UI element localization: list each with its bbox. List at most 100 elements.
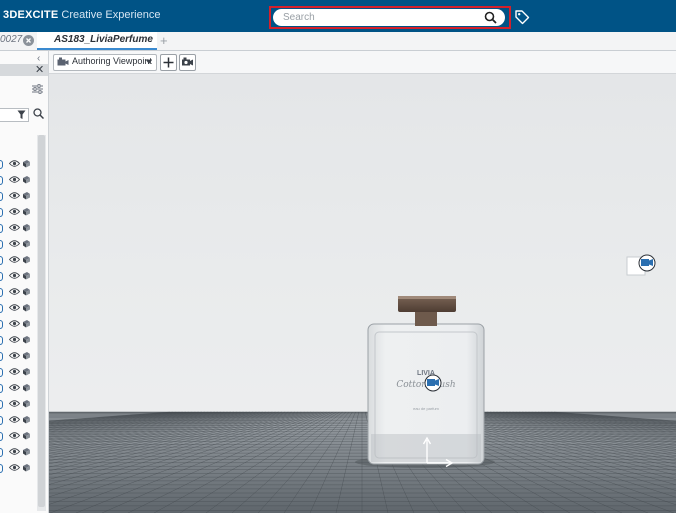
left-panel: ‹ ✕ <box>0 51 49 513</box>
filter-icon[interactable] <box>17 110 26 120</box>
scene-canvas[interactable]: LIVIA Cotton Blush eau de parfum <box>49 74 676 513</box>
object-icon <box>23 240 30 248</box>
add-viewpoint-button[interactable] <box>160 54 177 71</box>
eye-icon[interactable] <box>9 383 20 392</box>
object-icon <box>23 352 30 360</box>
bottle-camera-marker[interactable] <box>424 374 442 392</box>
tab-previous[interactable]: 0027 <box>0 34 22 45</box>
search-bar[interactable] <box>273 9 505 26</box>
object-icon <box>23 384 30 392</box>
object-icon <box>23 208 30 216</box>
eye-icon[interactable] <box>9 207 20 216</box>
expand-icon[interactable] <box>0 208 3 217</box>
tree-row[interactable] <box>0 430 36 442</box>
tree-row[interactable] <box>0 174 36 186</box>
eye-icon[interactable] <box>9 223 20 232</box>
tree-row[interactable] <box>0 446 36 458</box>
expand-icon[interactable] <box>0 320 3 329</box>
panel-search-icon[interactable] <box>33 108 44 119</box>
expand-icon[interactable] <box>0 192 3 201</box>
eye-icon[interactable] <box>9 335 20 344</box>
eye-icon[interactable] <box>9 415 20 424</box>
sliders-icon[interactable] <box>32 84 43 94</box>
viewport-toolbar: Authoring Viewpoint <box>49 51 676 74</box>
close-panel-button[interactable]: ✕ <box>35 64 44 76</box>
add-tab-button[interactable]: + <box>160 33 168 48</box>
tree-row[interactable] <box>0 302 36 314</box>
expand-icon[interactable] <box>0 256 3 265</box>
viewpoint-label: Authoring Viewpoint <box>72 56 152 66</box>
eye-icon[interactable] <box>9 351 20 360</box>
app-brand: 3DEXCITE Creative Experience <box>3 9 160 21</box>
eye-icon[interactable] <box>9 255 20 264</box>
expand-icon[interactable] <box>0 336 3 345</box>
object-icon <box>23 176 30 184</box>
scrollbar-thumb[interactable] <box>38 135 45 507</box>
tab-active[interactable]: AS183_LiviaPerfume <box>37 32 157 50</box>
camera-settings-button[interactable] <box>179 54 196 71</box>
viewpoint-camera-marker[interactable] <box>626 254 656 276</box>
tab-close-icon[interactable] <box>23 35 34 46</box>
tag-icon[interactable] <box>514 9 530 25</box>
tree-row[interactable] <box>0 190 36 202</box>
expand-icon[interactable] <box>0 464 3 473</box>
expand-icon[interactable] <box>0 288 3 297</box>
tree-row[interactable] <box>0 382 36 394</box>
object-icon <box>23 464 30 472</box>
object-icon <box>23 416 30 424</box>
expand-icon[interactable] <box>0 448 3 457</box>
tree-row[interactable] <box>0 334 36 346</box>
camera-settings-icon <box>182 57 193 66</box>
eye-icon[interactable] <box>9 239 20 248</box>
eye-icon[interactable] <box>9 271 20 280</box>
object-icon <box>23 368 30 376</box>
expand-icon[interactable] <box>0 352 3 361</box>
panel-header: ✕ <box>0 64 48 76</box>
expand-icon[interactable] <box>0 160 3 169</box>
eye-icon[interactable] <box>9 303 20 312</box>
filter-input[interactable] <box>0 108 29 122</box>
eye-icon[interactable] <box>9 447 20 456</box>
object-icon <box>23 400 30 408</box>
expand-icon[interactable] <box>0 272 3 281</box>
search-icon[interactable] <box>484 11 497 24</box>
tree-row[interactable] <box>0 414 36 426</box>
expand-icon[interactable] <box>0 224 3 233</box>
3d-viewport[interactable]: LIVIA Cotton Blush eau de parfum <box>49 74 676 513</box>
expand-icon[interactable] <box>0 400 3 409</box>
tree-row[interactable] <box>0 158 36 170</box>
tree-row[interactable] <box>0 366 36 378</box>
expand-icon[interactable] <box>0 176 3 185</box>
tree-row[interactable] <box>0 238 36 250</box>
expand-icon[interactable] <box>0 240 3 249</box>
tree-row[interactable] <box>0 254 36 266</box>
eye-icon[interactable] <box>9 399 20 408</box>
eye-icon[interactable] <box>9 287 20 296</box>
eye-icon[interactable] <box>9 319 20 328</box>
tree-row[interactable] <box>0 222 36 234</box>
expand-icon[interactable] <box>0 304 3 313</box>
tree-row[interactable] <box>0 318 36 330</box>
expand-icon[interactable] <box>0 384 3 393</box>
eye-icon[interactable] <box>9 431 20 440</box>
panel-scrollbar[interactable] <box>37 135 46 511</box>
tree-row[interactable] <box>0 462 36 474</box>
eye-icon[interactable] <box>9 463 20 472</box>
expand-icon[interactable] <box>0 368 3 377</box>
tree-row[interactable] <box>0 206 36 218</box>
eye-icon[interactable] <box>9 159 20 168</box>
collapse-panel-button[interactable]: ‹ <box>37 53 40 64</box>
top-bar: 3DEXCITE Creative Experience <box>0 0 676 32</box>
tree-row[interactable] <box>0 350 36 362</box>
search-input[interactable] <box>283 10 478 25</box>
eye-icon[interactable] <box>9 367 20 376</box>
expand-icon[interactable] <box>0 416 3 425</box>
eye-icon[interactable] <box>9 175 20 184</box>
object-icon <box>23 304 30 312</box>
tree-row[interactable] <box>0 270 36 282</box>
eye-icon[interactable] <box>9 191 20 200</box>
tree-row[interactable] <box>0 286 36 298</box>
expand-icon[interactable] <box>0 432 3 441</box>
viewpoint-dropdown[interactable]: Authoring Viewpoint <box>53 54 157 71</box>
tree-row[interactable] <box>0 398 36 410</box>
